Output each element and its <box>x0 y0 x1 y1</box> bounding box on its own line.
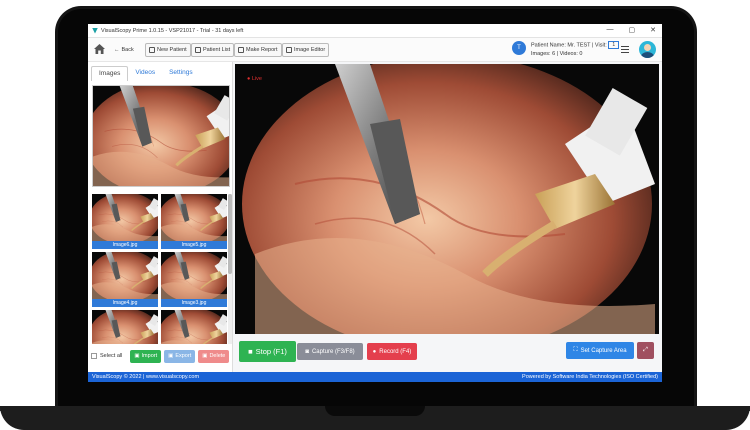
user-plus-icon <box>149 47 155 53</box>
patient-info: Patient Name: Mr. TEST | Visit: 1 Images… <box>531 41 620 59</box>
checkbox-icon <box>91 353 97 359</box>
thumbnail-item[interactable]: Image4.jpg <box>92 252 158 307</box>
make-report-label: Make Report <box>246 47 278 53</box>
user-avatar[interactable] <box>639 41 656 58</box>
window-title: VisualScopy Prime 1.0.15 - VSP21017 - Tr… <box>101 27 244 34</box>
list-icon <box>195 47 201 53</box>
thumbnail-item[interactable]: Image6.jpg <box>92 194 158 249</box>
new-patient-label: New Patient <box>157 47 187 53</box>
thumbnail-caption: Image3.jpg <box>161 299 227 307</box>
minimize-button[interactable]: — <box>607 26 614 34</box>
live-video-feed[interactable]: ● Live <box>235 64 659 334</box>
back-label: Back <box>121 47 134 53</box>
capture-button[interactable]: ◙ Capture (F3/F8) <box>297 343 363 360</box>
record-label: Record (F4) <box>379 348 412 355</box>
export-button[interactable]: ▣ Export <box>164 349 196 363</box>
capture-controls: ■ Stop (F1) ◙ Capture (F3/F8) ● Record (… <box>235 336 659 372</box>
stop-button[interactable]: ■ Stop (F1) <box>239 341 296 362</box>
crop-icon: ⛶ <box>573 347 578 353</box>
footer-powered-by: Powered by Software India Technologies (… <box>522 374 658 380</box>
set-capture-area-label: Set Capture Area <box>580 347 627 354</box>
home-icon[interactable] <box>94 44 105 54</box>
laptop-mockup: VisualScopy Prime 1.0.15 - VSP21017 - Tr… <box>0 0 750 430</box>
media-actions: Select all ▣ Import ▣ Export ▣ Delete <box>91 349 230 363</box>
select-all-checkbox[interactable]: Select all <box>91 353 122 359</box>
export-label: Export <box>175 353 192 359</box>
media-panel: Images Videos Settings Image6.jpg Image5… <box>88 62 233 372</box>
menu-icon[interactable] <box>621 46 629 53</box>
trash-icon: ▣ <box>202 353 208 359</box>
record-icon: ● <box>372 348 377 355</box>
patient-avatar: T <box>512 41 526 55</box>
patient-list-label: Patient List <box>203 47 231 53</box>
media-counts: Images: 6 | Videos: 0 <box>531 51 583 58</box>
laptop-notch <box>325 406 425 416</box>
image-preview[interactable] <box>92 85 230 187</box>
thumbnail-caption: Image6.jpg <box>92 241 158 249</box>
media-tabs: Images Videos Settings <box>91 66 200 81</box>
tab-images[interactable]: Images <box>91 66 129 81</box>
visit-select[interactable]: 1 <box>608 41 620 49</box>
thumbnail-item[interactable] <box>161 310 227 344</box>
patient-list-button[interactable]: Patient List <box>191 43 235 57</box>
arrow-left-icon: ← <box>114 47 120 53</box>
tab-videos[interactable]: Videos <box>128 66 162 81</box>
status-footer: VisualScopy © 2022 | www.visualscopy.com… <box>88 372 662 382</box>
import-label: Import <box>141 353 158 359</box>
back-button[interactable]: ← Back <box>114 43 134 57</box>
maximize-button[interactable]: ▢ <box>629 26 636 34</box>
live-label: Live <box>251 76 262 82</box>
delete-label: Delete <box>209 353 226 359</box>
capture-label: Capture (F3/F8) <box>311 348 355 355</box>
thumbnail-item[interactable]: Image5.jpg <box>161 194 227 249</box>
fullscreen-button[interactable]: ⤢ <box>637 342 654 359</box>
live-indicator: ● Live <box>247 76 262 82</box>
footer-copyright: VisualScopy © 2022 | www.visualscopy.com <box>92 374 200 380</box>
patient-name-value: Mr. TEST <box>567 42 591 49</box>
toolbar: ← Back New Patient Patient List Make Rep… <box>88 38 662 62</box>
select-all-label: Select all <box>100 353 123 359</box>
thumbnail-caption: Image5.jpg <box>161 241 227 249</box>
close-button[interactable]: ✕ <box>650 26 656 34</box>
export-icon: ▣ <box>168 353 174 359</box>
new-patient-button[interactable]: New Patient <box>145 43 191 57</box>
camera-icon: ◙ <box>305 348 309 355</box>
import-button[interactable]: ▣ Import <box>130 349 162 363</box>
image-editor-button[interactable]: Image Editor <box>282 43 330 57</box>
thumbnail-item[interactable]: Image3.jpg <box>161 252 227 307</box>
delete-button[interactable]: ▣ Delete <box>198 349 230 363</box>
patient-name-label: Patient Name: <box>531 42 566 49</box>
thumbnail-caption: Image4.jpg <box>92 299 158 307</box>
app-logo-icon <box>92 27 98 34</box>
image-editor-label: Image Editor <box>294 47 326 53</box>
stop-label: Stop (F1) <box>255 347 287 356</box>
report-icon <box>238 47 244 53</box>
thumbnail-scrollbar[interactable] <box>228 194 232 344</box>
thumbnail-item[interactable] <box>92 310 158 344</box>
set-capture-area-button[interactable]: ⛶ Set Capture Area <box>566 342 634 359</box>
tab-settings[interactable]: Settings <box>162 66 200 81</box>
make-report-button[interactable]: Make Report <box>234 43 282 57</box>
app-window: VisualScopy Prime 1.0.15 - VSP21017 - Tr… <box>88 24 662 382</box>
record-button[interactable]: ● Record (F4) <box>367 343 417 360</box>
visit-label: Visit: <box>594 42 607 49</box>
thumbnail-grid: Image6.jpg Image5.jpg Image4.jpg Image3.… <box>92 194 230 344</box>
import-icon: ▣ <box>134 353 140 359</box>
image-icon <box>286 47 292 53</box>
video-camera-icon: ■ <box>248 347 253 356</box>
expand-icon: ⤢ <box>643 347 648 353</box>
title-bar: VisualScopy Prime 1.0.15 - VSP21017 - Tr… <box>88 24 662 38</box>
